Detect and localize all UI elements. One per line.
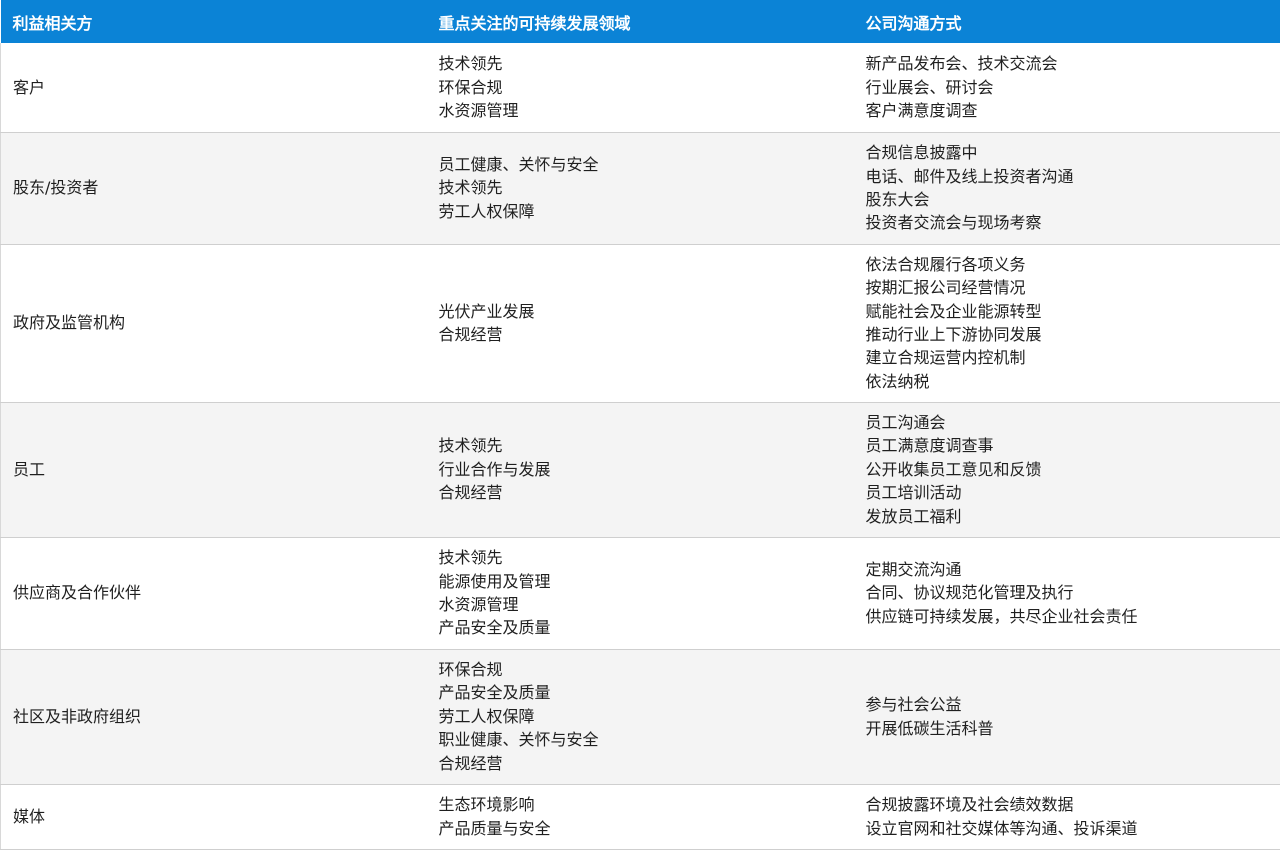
stakeholder-cell: 政府及监管机构	[0, 244, 427, 403]
stakeholder-cell: 社区及非政府组织	[0, 649, 427, 785]
table-row: 股东/投资者 员工健康、关怀与安全 技术领先 劳工人权保障 合规信息披露中 电话、邮件及线…	[0, 132, 1280, 245]
communication-cell: 定期交流沟通合同、协议规范化管理及执行供应链可持续发展，共尽企业社会责任	[853, 537, 1280, 650]
focus-area-line: 行业合作与发展	[438, 459, 551, 479]
focus-area-cell: 光伏产业发展 合规经营	[426, 244, 854, 403]
stakeholder-cell: 员工	[0, 402, 427, 538]
table-header-row: 利益相关方 重点关注的可持续发展领域 公司沟通方式	[0, 0, 1280, 43]
focus-area-cell: 技术领先行业合作与发展 合规经营	[426, 402, 854, 538]
stakeholder-table-container: 利益相关方 重点关注的可持续发展领域 公司沟通方式 客户 技术领先 环保合规 水资源管…	[0, 0, 1280, 850]
focus-area-line: 技术领先	[438, 54, 503, 74]
communication-line: 供应链可持续发展，共尽企业社会责任	[865, 606, 1138, 626]
communication-line: 合同、协议规范化管理及执行	[865, 583, 1074, 603]
focus-area-line: 环保合规	[438, 77, 503, 97]
table-row: 政府及监管机构 光伏产业发展 合规经营 依法合规履行各项义务 按期汇报公司经营情况 赋能社…	[0, 244, 1280, 403]
communication-cell: 员工沟通会员工满意度调查事公开收集员工意见和反馈 员工培训活动 发放员工福利	[853, 402, 1280, 538]
focus-area-line: 技术领先	[438, 548, 503, 568]
focus-area-cell: 技术领先能源使用及管理 水资源管理产品安全及质量	[426, 537, 854, 650]
communication-line: 新产品发布会、技术交流会	[865, 54, 1058, 74]
focus-area-line: 合规经营	[438, 483, 503, 503]
table-row: 员工 技术领先 行业合作与发展 合规经营 员工沟通会 员工满意度调查事 公开收集员工意见和反…	[0, 402, 1280, 538]
communication-line: 电话、邮件及线上投资者沟通	[865, 166, 1074, 186]
focus-area-line: 生态环境影响	[438, 795, 535, 815]
stakeholder-cell: 股东/投资者	[0, 132, 427, 245]
communication-line: 合规披露环境及社会绩效数据	[865, 795, 1074, 815]
focus-area-cell: 员工健康、关怀与安全 技术领先劳工人权保障	[426, 132, 854, 245]
focus-area-line: 产品安全及质量	[438, 683, 551, 703]
focus-area-line: 劳工人权保障	[438, 201, 535, 221]
communication-line: 员工培训活动	[865, 483, 962, 503]
communication-cell: 参与社会公益开展低碳生活科普	[853, 649, 1280, 785]
focus-area-line: 职业健康、关怀与安全	[438, 730, 599, 750]
communication-line: 赋能社会及企业能源转型	[865, 301, 1042, 321]
communication-line: 设立官网和社交媒体等沟通、投诉渠道	[865, 818, 1138, 838]
communication-line: 依法纳税	[865, 371, 930, 391]
communication-line: 开展低碳生活科普	[865, 718, 994, 738]
focus-area-line: 产品质量与安全	[438, 818, 551, 838]
focus-area-line: 环保合规	[438, 659, 503, 679]
communication-line: 推动行业上下游协同发展	[865, 325, 1042, 344]
focus-area-line: 技术领先	[438, 436, 503, 456]
focus-area-cell: 环保合规产品安全及质量 劳工人权保障职业健康、关怀与安全 合规经营	[426, 649, 854, 785]
focus-area-line: 水资源管理	[438, 100, 519, 120]
communication-line: 定期交流沟通	[865, 559, 962, 579]
focus-area-line: 劳工人权保障	[438, 706, 535, 726]
stakeholder-cell: 媒体	[0, 784, 427, 850]
communication-line: 建立合规运营内控机制	[865, 348, 1026, 368]
focus-area-line: 产品安全及质量	[438, 618, 551, 638]
communication-line: 股东大会	[865, 190, 930, 209]
communication-line: 公开收集员工意见和反馈	[865, 459, 1042, 479]
communication-line: 依法合规履行各项义务	[865, 254, 1026, 274]
table-row: 客户 技术领先 环保合规 水资源管理 新产品发布会、技术交流会 行业展会、研讨会 客户满意度…	[0, 43, 1280, 133]
communication-line: 发放员工福利	[865, 506, 962, 526]
header-stakeholder: 利益相关方	[12, 13, 93, 33]
stakeholder-table: 利益相关方 重点关注的可持续发展领域 公司沟通方式 客户 技术领先 环保合规 水资源管…	[0, 0, 1280, 850]
stakeholder-cell: 供应商及合作伙伴	[0, 537, 427, 650]
communication-line: 员工沟通会	[865, 412, 946, 432]
focus-area-line: 合规经营	[438, 325, 503, 344]
communication-cell: 新产品发布会、技术交流会 行业展会、研讨会 客户满意度调查	[853, 43, 1280, 133]
communication-line: 行业展会、研讨会	[865, 77, 994, 97]
header-focus-areas: 重点关注的可持续发展领域	[438, 13, 631, 33]
table-row: 供应商及合作伙伴 技术领先 能源使用及管理 水资源管理 产品安全及质量 定期交流沟通 合同、…	[0, 537, 1280, 650]
focus-area-line: 合规经营	[438, 753, 503, 773]
communication-line: 投资者交流会与现场考察	[865, 213, 1042, 233]
communication-line: 合规信息披露中	[865, 143, 978, 163]
header-communication: 公司沟通方式	[865, 13, 962, 33]
communication-cell: 合规信息披露中电话、邮件及线上投资者沟通 股东大会投资者交流会与现场考察	[853, 132, 1280, 245]
communication-line: 员工满意度调查事	[865, 436, 994, 456]
focus-area-line: 水资源管理	[438, 595, 519, 614]
stakeholder-cell: 客户	[0, 43, 427, 133]
focus-area-line: 技术领先	[438, 178, 503, 198]
communication-cell: 依法合规履行各项义务 按期汇报公司经营情况 赋能社会及企业能源转型 推动行业上下游协同…	[853, 244, 1280, 403]
focus-area-line: 员工健康、关怀与安全	[438, 154, 599, 174]
table-row: 社区及非政府组织 环保合规 产品安全及质量 劳工人权保障 职业健康、关怀与安全 合规经营参…	[0, 649, 1280, 785]
communication-line: 按期汇报公司经营情况	[865, 278, 1026, 298]
communication-cell: 合规披露环境及社会绩效数据设立官网和社交媒体等沟通、投诉渠道	[853, 784, 1280, 850]
communication-line: 客户满意度调查	[865, 100, 978, 120]
focus-area-line: 光伏产业发展	[438, 301, 535, 321]
communication-line: 参与社会公益	[865, 695, 962, 715]
focus-area-cell: 生态环境影响 产品质量与安全	[426, 784, 854, 850]
table-row: 媒体 生态环境影响 产品质量与安全 合规披露环境及社会绩效数据 设立官网和社交媒体等沟通…	[0, 784, 1280, 850]
table-body: 客户 技术领先 环保合规 水资源管理 新产品发布会、技术交流会 行业展会、研讨会 客户满意度…	[0, 43, 1280, 850]
focus-area-line: 能源使用及管理	[438, 571, 551, 591]
focus-area-cell: 技术领先环保合规水资源管理	[426, 43, 854, 133]
